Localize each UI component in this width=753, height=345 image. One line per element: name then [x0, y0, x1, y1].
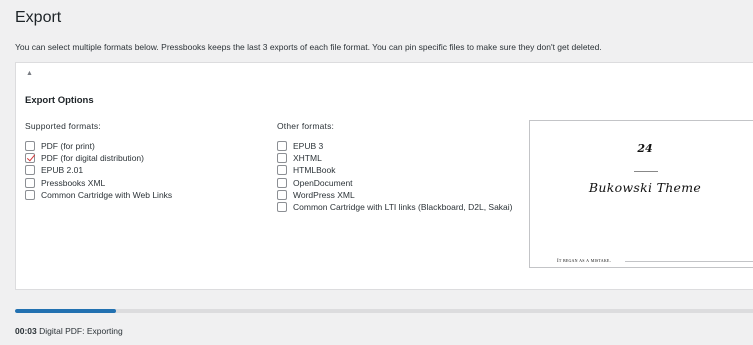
- checkbox[interactable]: [277, 165, 287, 176]
- preview-footer-text: It began as a mistake.: [557, 259, 611, 264]
- checkbox[interactable]: [277, 189, 287, 200]
- format-option-common-cartridge-web[interactable]: Common Cartridge with Web Links: [25, 189, 172, 201]
- format-label: Common Cartridge with Web Links: [41, 189, 173, 200]
- status-message: Digital PDF: Exporting: [39, 326, 123, 336]
- export-options-heading: Export Options: [25, 95, 94, 106]
- intro-text: You can select multiple formats below. P…: [15, 42, 602, 52]
- other-formats-heading: Other formats:: [277, 121, 335, 131]
- format-label: HTMLBook: [293, 165, 336, 176]
- format-label: EPUB 2.01: [41, 165, 84, 176]
- supported-formats-column: Supported formats: PDF (for print) PDF (…: [25, 121, 172, 201]
- format-option-htmlbook[interactable]: HTMLBook: [277, 164, 517, 176]
- checkbox[interactable]: [25, 189, 35, 200]
- export-page: Export You can select multiple formats b…: [0, 0, 753, 345]
- checkbox[interactable]: [25, 141, 35, 151]
- export-progress-bar: [15, 309, 753, 313]
- format-label: XHTML: [293, 153, 322, 164]
- supported-formats-heading: Supported formats:: [25, 121, 101, 131]
- format-option-common-cartridge-lti[interactable]: Common Cartridge with LTI links (Blackbo…: [277, 201, 517, 213]
- format-label: Pressbooks XML: [41, 177, 106, 188]
- theme-preview-image: 24 Bukowski Theme It began as a mistake.: [529, 120, 753, 268]
- format-option-pressbooks-xml[interactable]: Pressbooks XML: [25, 177, 172, 189]
- format-option-xhtml[interactable]: XHTML: [277, 152, 517, 164]
- collapse-toggle-icon[interactable]: ▲: [26, 70, 33, 77]
- format-option-wordpress-xml[interactable]: WordPress XML: [277, 189, 517, 201]
- checkbox[interactable]: [277, 202, 287, 213]
- format-option-opendocument[interactable]: OpenDocument: [277, 177, 517, 189]
- format-label: Common Cartridge with LTI links (Blackbo…: [293, 202, 513, 213]
- format-option-epub3[interactable]: EPUB 3: [277, 140, 517, 152]
- format-option-pdf-print[interactable]: PDF (for print): [25, 140, 172, 152]
- checkbox[interactable]: [25, 165, 35, 176]
- other-formats-column: Other formats: EPUB 3 XHTML HTMLBook Ope…: [277, 121, 517, 213]
- export-progress-fill: [15, 309, 116, 313]
- checkbox[interactable]: [25, 177, 35, 188]
- page-title: Export: [15, 9, 62, 26]
- format-label: WordPress XML: [293, 189, 355, 200]
- checkbox[interactable]: [25, 153, 35, 164]
- preview-footer-line: [625, 261, 753, 262]
- format-label: EPUB 3: [293, 141, 324, 151]
- format-option-pdf-digital[interactable]: PDF (for digital distribution): [25, 152, 172, 164]
- format-label: OpenDocument: [293, 177, 353, 188]
- format-option-epub2[interactable]: EPUB 2.01: [25, 164, 172, 176]
- checkbox[interactable]: [277, 153, 287, 164]
- format-label: PDF (for digital distribution): [41, 153, 144, 164]
- checkbox[interactable]: [277, 141, 287, 151]
- preview-divider: [634, 171, 658, 172]
- format-label: PDF (for print): [41, 141, 95, 151]
- preview-chapter-number: 24: [637, 142, 653, 155]
- checkbox[interactable]: [277, 177, 287, 188]
- export-options-panel: ▲ Export Options Supported formats: PDF …: [15, 62, 753, 290]
- status-time: 00:03: [15, 326, 37, 336]
- export-status: 00:03 Digital PDF: Exporting: [15, 326, 123, 336]
- preview-theme-title: Bukowski Theme: [588, 180, 702, 195]
